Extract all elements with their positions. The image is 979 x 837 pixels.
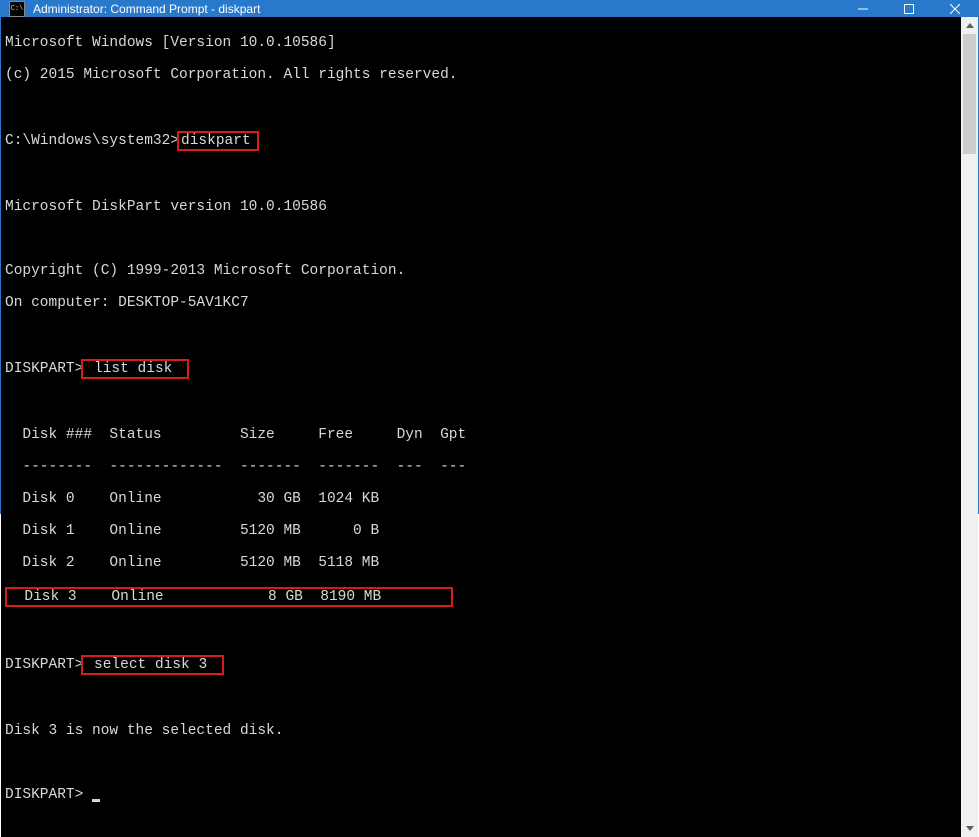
output-line: (c) 2015 Microsoft Corporation. All righ… [5, 67, 957, 83]
output-line [5, 99, 957, 115]
window-body: Microsoft Windows [Version 10.0.10586] (… [1, 17, 978, 837]
table-header: Disk ### Status Size Free Dyn Gpt [5, 427, 957, 443]
scroll-track[interactable] [961, 34, 978, 820]
table-row: Disk 0 Online 30 GB 1024 KB [5, 491, 957, 507]
table-separator: -------- ------------- ------- ------- -… [5, 459, 957, 475]
prompt-line: DISKPART> select disk 3 [5, 655, 957, 675]
highlighted-command: list disk [81, 359, 189, 379]
output-line [5, 327, 957, 343]
output-line [5, 167, 957, 183]
cmd-window: C:\ Administrator: Command Prompt - disk… [0, 0, 979, 514]
cursor [92, 799, 100, 802]
prompt-line: DISKPART> list disk [5, 359, 957, 379]
prompt-prefix: DISKPART> [5, 787, 92, 803]
highlighted-command: select disk 3 [81, 655, 224, 675]
window-title: Administrator: Command Prompt - diskpart [33, 2, 840, 16]
cmd-icon: C:\ [9, 1, 25, 17]
vertical-scrollbar[interactable] [961, 17, 978, 837]
prompt-prefix: DISKPART> [5, 361, 83, 377]
titlebar[interactable]: C:\ Administrator: Command Prompt - disk… [1, 1, 978, 17]
highlighted-command: diskpart [177, 131, 259, 151]
table-row: Disk 2 Online 5120 MB 5118 MB [5, 555, 957, 571]
scroll-thumb[interactable] [963, 34, 976, 154]
prompt-line: DISKPART> [5, 787, 957, 803]
output-line [5, 395, 957, 411]
prompt-prefix: DISKPART> [5, 657, 83, 673]
output-line [5, 691, 957, 707]
window-controls [840, 1, 978, 17]
output-line: On computer: DESKTOP-5AV1KC7 [5, 295, 957, 311]
terminal-output[interactable]: Microsoft Windows [Version 10.0.10586] (… [1, 17, 961, 837]
output-line [5, 623, 957, 639]
table-row-highlighted: Disk 3 Online 8 GB 8190 MB [5, 587, 957, 607]
prompt-line: C:\Windows\system32>diskpart [5, 131, 957, 151]
scroll-down-button[interactable] [961, 820, 978, 837]
output-line: Microsoft DiskPart version 10.0.10586 [5, 199, 957, 215]
highlighted-row: Disk 3 Online 8 GB 8190 MB [5, 587, 453, 607]
minimize-button[interactable] [840, 1, 886, 17]
output-line: Microsoft Windows [Version 10.0.10586] [5, 35, 957, 51]
output-line: Copyright (C) 1999-2013 Microsoft Corpor… [5, 263, 957, 279]
close-button[interactable] [932, 1, 978, 17]
output-line [5, 231, 957, 247]
maximize-button[interactable] [886, 1, 932, 17]
output-line [5, 755, 957, 771]
output-line: Disk 3 is now the selected disk. [5, 723, 957, 739]
prompt-prefix: C:\Windows\system32> [5, 133, 179, 149]
scroll-up-button[interactable] [961, 17, 978, 34]
table-row: Disk 1 Online 5120 MB 0 B [5, 523, 957, 539]
